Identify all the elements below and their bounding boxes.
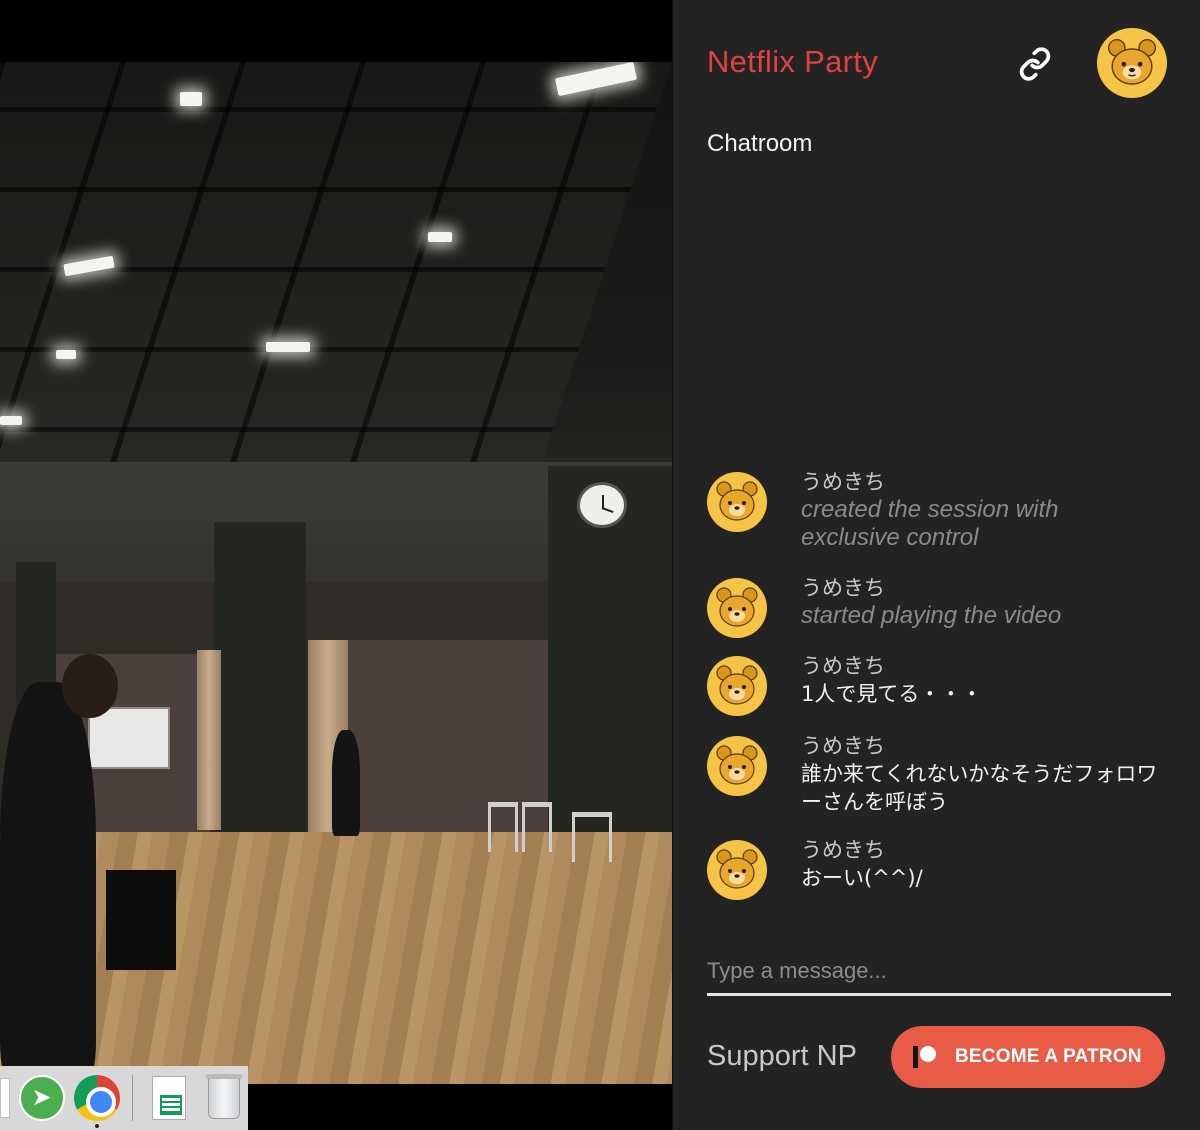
video-ceiling	[0, 62, 672, 512]
wall-clock	[577, 482, 627, 528]
message-text: 1人で見てる・・・	[801, 682, 983, 706]
message-username: うめきち	[801, 654, 885, 678]
telegram-icon[interactable]: ➤	[18, 1074, 65, 1122]
chatroom-title: Chatroom	[707, 130, 813, 157]
message-username: うめきち	[801, 838, 885, 862]
chat-message: うめきち 誰か来てくれないかなそうだフォロワーさんを呼ぼう	[707, 732, 1177, 836]
message-input[interactable]	[707, 950, 1171, 992]
bear-avatar-icon	[707, 840, 767, 900]
bear-avatar-icon[interactable]	[1097, 28, 1167, 98]
chat-message: うめきち 1人で見てる・・・	[707, 652, 1177, 732]
patreon-icon	[913, 1046, 939, 1068]
support-label: Support NP	[707, 1040, 857, 1072]
bear-avatar-icon	[707, 736, 767, 796]
patron-button-label: BECOME A PATRON	[955, 1046, 1142, 1067]
bear-avatar-icon	[707, 472, 767, 532]
chat-message: うめきち おーい(^^)/	[707, 836, 1177, 916]
message-text: 誰か来てくれないかなそうだフォロワーさんを呼ぼう	[801, 762, 1158, 814]
dock: ➤	[0, 1066, 248, 1130]
tote-bag	[106, 870, 176, 970]
whiteboard	[88, 707, 170, 769]
trash-icon[interactable]	[201, 1074, 248, 1122]
video-player[interactable]	[0, 0, 672, 1130]
link-icon[interactable]	[1013, 42, 1057, 86]
brand-title: Netflix Party	[707, 44, 878, 79]
chat-message: うめきち started playing the video	[707, 574, 1177, 652]
chrome-icon[interactable]	[73, 1074, 120, 1128]
message-text: おーい(^^)/	[801, 866, 923, 890]
message-text: started playing the video	[801, 602, 1062, 629]
message-text: created the session with exclusive contr…	[801, 496, 1059, 551]
message-username: うめきち	[801, 470, 885, 494]
netflix-party-sidebar: Netflix Party Chatroom うめきち created the …	[672, 0, 1200, 1130]
bear-avatar-icon	[707, 656, 767, 716]
message-list: うめきち created the session with exclusive …	[707, 468, 1177, 916]
dock-separator	[132, 1075, 134, 1121]
message-username: うめきち	[801, 576, 885, 600]
message-username: うめきち	[801, 734, 885, 758]
chat-message: うめきち created the session with exclusive …	[707, 468, 1177, 574]
video-frame	[0, 62, 672, 1084]
message-input-container	[707, 950, 1171, 996]
bear-avatar-icon	[707, 578, 767, 638]
become-patron-button[interactable]: BECOME A PATRON	[891, 1026, 1165, 1088]
document-icon[interactable]	[0, 1078, 10, 1118]
sheets-icon[interactable]	[145, 1074, 192, 1122]
